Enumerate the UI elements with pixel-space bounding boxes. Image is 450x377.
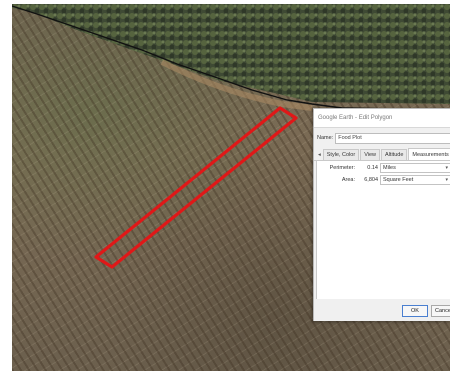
name-row: Name: Food Plot: [314, 131, 450, 145]
food-plot-polygon: [94, 106, 298, 269]
area-unit-select[interactable]: Square Feet ▾: [380, 174, 450, 185]
tab-scroll-left-icon[interactable]: ◂: [316, 150, 323, 160]
property-boundary-line: [12, 5, 450, 111]
chevron-down-icon: ▾: [445, 176, 448, 183]
ok-button[interactable]: OK: [402, 305, 428, 317]
perimeter-row: Perimeter: 0.14 Miles ▾: [317, 161, 450, 173]
perimeter-value: 0.14: [367, 164, 378, 171]
perimeter-unit-select[interactable]: Miles ▾: [380, 162, 450, 173]
dialog-footer: OK Cancel: [314, 299, 450, 321]
tab-bar: ◂ Style, Color View Altitude Measurement…: [314, 148, 450, 161]
chevron-down-icon: ▾: [445, 164, 448, 171]
name-input[interactable]: Food Plot: [335, 132, 450, 144]
tab-altitude[interactable]: Altitude: [381, 149, 408, 160]
area-value: 6,804: [364, 176, 378, 183]
tab-style-color[interactable]: Style, Color: [322, 149, 360, 160]
area-row: Area: 6,804 Square Feet ▾: [317, 173, 450, 185]
dialog-title: Google Earth - Edit Polygon: [314, 109, 450, 128]
tab-view[interactable]: View: [360, 149, 381, 160]
measurements-panel: Perimeter: 0.14 Miles ▾ Area: 6,804 Squa…: [316, 161, 450, 299]
area-unit-text: Square Feet: [383, 176, 414, 183]
perimeter-unit-text: Miles: [383, 164, 396, 171]
cancel-button[interactable]: Cancel: [431, 305, 450, 317]
screenshot-frame: Google Earth - Edit Polygon Name: Food P…: [0, 0, 450, 377]
name-label: Name:: [317, 135, 334, 141]
tab-measurements[interactable]: Measurements: [408, 148, 450, 160]
edit-polygon-dialog: Google Earth - Edit Polygon Name: Food P…: [313, 108, 450, 321]
area-label: Area:: [341, 176, 355, 183]
perimeter-label: Perimeter:: [329, 164, 355, 171]
